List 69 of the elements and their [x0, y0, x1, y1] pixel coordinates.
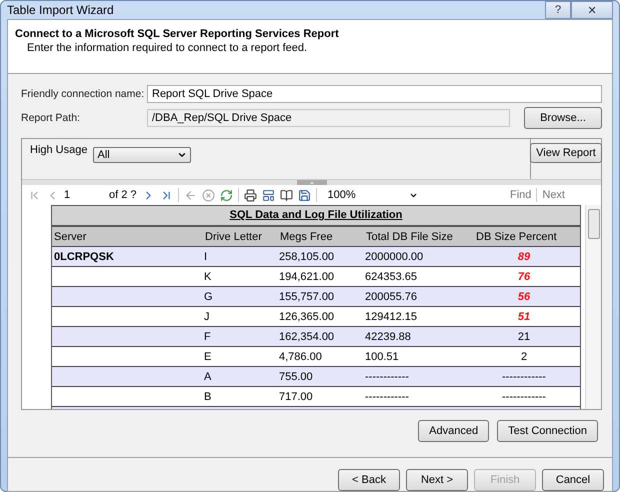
table-cell-text: ------------: [501, 370, 547, 382]
table-cell-text: J: [203, 310, 210, 322]
window-title: Table Import Wizard: [7, 3, 114, 17]
table-cell-text: I: [203, 250, 208, 262]
close-button[interactable]: ✕: [571, 1, 613, 19]
table-cell-text: F: [203, 330, 212, 342]
zoom-dropdown[interactable]: 100%: [328, 189, 418, 201]
table-cell-text: ------------: [364, 370, 410, 382]
table-cell-text: 258,105.00: [278, 250, 336, 262]
table-cell-text: 100.51: [364, 350, 400, 362]
table-cell-text: 200055.76: [364, 290, 418, 302]
column-header: Drive Letter: [204, 230, 263, 242]
table-cell-text: 76: [516, 270, 532, 282]
layout-icon[interactable]: [262, 188, 275, 202]
page-subtitle: Enter the information required to connect to a report feed.: [26, 42, 308, 54]
table-cell-text: 717.00: [278, 390, 314, 402]
collapse-handle[interactable]: [296, 180, 326, 185]
print-icon[interactable]: [244, 188, 257, 202]
export-icon[interactable]: [298, 188, 311, 202]
table-cell-text: B: [203, 390, 212, 402]
table-cell-text: 194,621.00: [278, 270, 336, 282]
table-cell-text: 0LCRPQSK: [53, 250, 115, 262]
field-label: Friendly connection name:: [21, 88, 146, 100]
table-cell-text: 51: [516, 310, 532, 322]
table-cell-text: 4,786.00: [278, 350, 323, 362]
column-header: Megs Free: [279, 230, 334, 242]
table-cell-text: ------------: [364, 390, 410, 402]
table-cell-text: E: [203, 350, 212, 362]
help-button[interactable]: ?: [545, 1, 571, 19]
table-cell-text: 155,757.00: [278, 290, 336, 302]
find-link[interactable]: Find: [510, 189, 532, 201]
parameter-label: High Usage: [30, 144, 88, 158]
wizard-button[interactable]: < Back: [338, 469, 400, 491]
column-header: Total DB File Size: [365, 230, 454, 242]
table-cell-text: 89: [516, 250, 532, 262]
table-cell-text: K: [203, 270, 212, 282]
page-count: of 2 ?: [109, 189, 137, 201]
advanced-button[interactable]: Advanced: [418, 420, 490, 442]
table-cell-text: 56: [516, 290, 532, 302]
column-header: Server: [53, 230, 88, 242]
table-cell-text: 21: [516, 330, 532, 342]
table-cell-text: 755.00: [278, 370, 314, 382]
wizard-button[interactable]: Cancel: [542, 469, 604, 491]
report-title: SQL Data and Log File Utilization: [52, 206, 580, 227]
table-cell-text: A: [203, 370, 212, 382]
parameter-dropdown[interactable]: All: [93, 147, 192, 163]
table-cell-text: 2: [520, 350, 528, 362]
view-report-button[interactable]: View Report: [530, 143, 602, 163]
table-cell-text: 42239.88: [364, 330, 412, 342]
refresh-icon[interactable]: [220, 188, 233, 202]
book-icon[interactable]: [280, 188, 293, 202]
table-cell-text: G: [203, 290, 214, 302]
table-cell-text: 162,354.00: [278, 330, 336, 342]
page-title: Connect to a Microsoft SQL Server Reporting Services Report: [15, 28, 340, 40]
column-header: DB Size Percent: [475, 230, 558, 242]
table-cell-text: 2000000.00: [364, 250, 424, 262]
table-cell-text: 624353.65: [364, 270, 418, 282]
next-link[interactable]: Next: [542, 189, 565, 201]
table-cell-text: 129412.15: [364, 310, 418, 322]
table-cell-text: ------------: [501, 390, 547, 402]
page-number-field[interactable]: 1: [64, 189, 104, 201]
test-connection-button[interactable]: Test Connection: [497, 420, 598, 442]
table-cell-text: 126,365.00: [278, 310, 336, 322]
back-icon[interactable]: [184, 188, 197, 202]
wizard-button[interactable]: Next >: [406, 469, 468, 491]
text-field[interactable]: Report SQL Drive Space: [147, 85, 602, 103]
stop-icon[interactable]: [202, 188, 215, 202]
field-label: Report Path:: [21, 112, 81, 124]
scrollbar[interactable]: [585, 205, 601, 409]
